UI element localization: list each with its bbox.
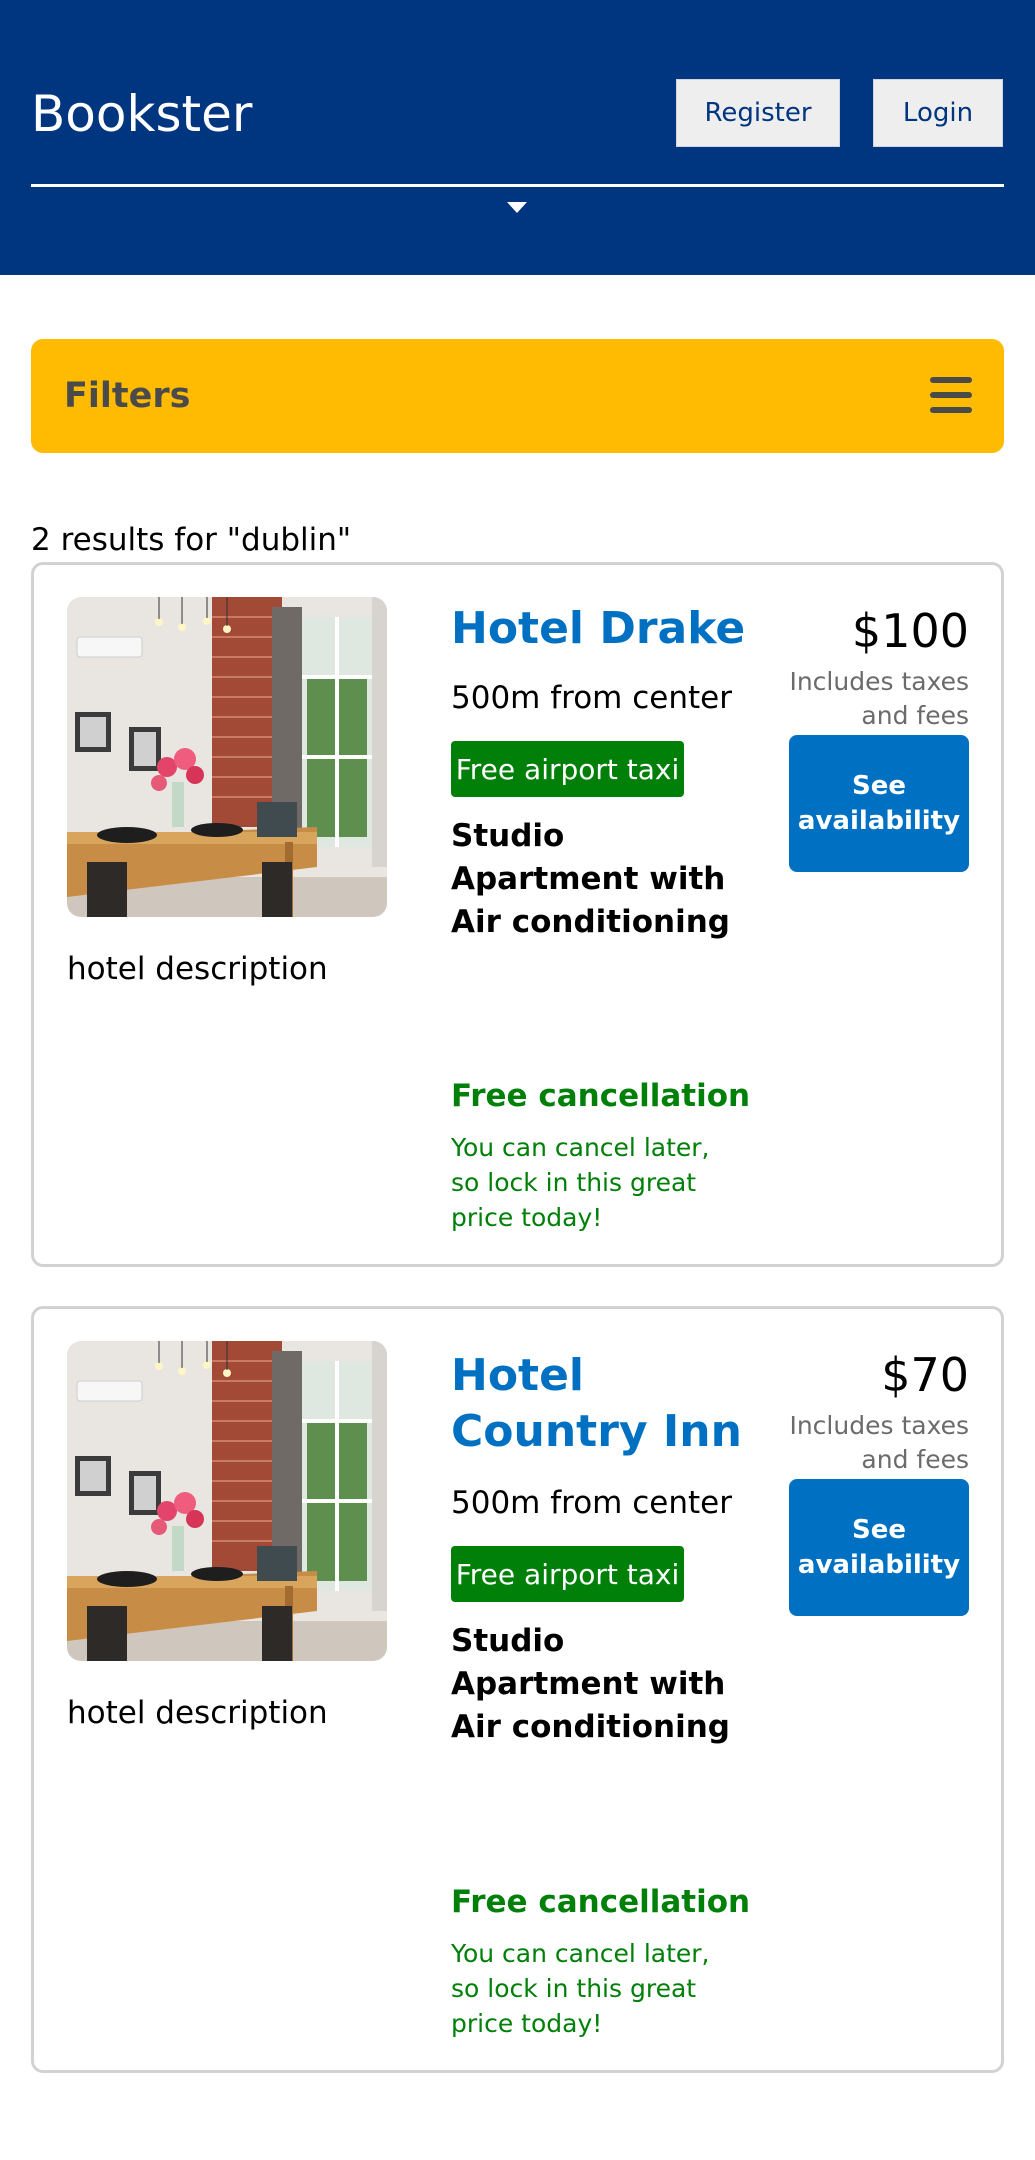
hotel-photo[interactable] [67,1341,387,1661]
hotel-description: hotel description [67,1695,328,1731]
menu-line [930,392,972,398]
menu-line [930,407,972,413]
hotel-photo-image [67,597,387,917]
cancellation-note: You can cancel later, so lock in this gr… [451,1133,710,1232]
filters-label: Filters [64,376,191,416]
room-type: Studio Apartment with Air conditioning [451,818,730,940]
hotel-photo[interactable] [67,597,387,917]
hamburger-menu-icon[interactable] [930,377,972,413]
brand-logo[interactable]: Bookster [31,84,252,144]
results-summary: 2 results for "dublin" [31,522,352,558]
register-button[interactable]: Register [676,79,840,147]
hotel-photo-image [67,1341,387,1661]
free-cancellation-title: Free cancellation [451,1884,751,1920]
filters-bar[interactable]: Filters [31,339,1004,453]
hotel-price: $100 [851,604,969,658]
hotel-distance: 500m from center [451,1485,732,1521]
hotel-name-link[interactable]: Hotel Country Inn [451,1348,751,1460]
hotel-price: $70 [881,1348,969,1402]
caret-down-icon[interactable] [507,202,527,213]
cancellation-note: You can cancel later, so lock in this gr… [451,1939,710,2038]
header-divider [31,184,1004,187]
price-note: Includes taxes and fees [789,667,969,730]
see-availability-button[interactable]: See availability [789,1479,969,1616]
hotel-description: hotel description [67,951,328,987]
free-taxi-badge: Free airport taxi [451,1546,684,1602]
hotel-name-link[interactable]: Hotel Drake [451,601,751,657]
hotel-card: hotel description Hotel Drake 500m from … [31,562,1004,1267]
free-taxi-badge: Free airport taxi [451,741,684,797]
see-availability-button[interactable]: See availability [789,735,969,872]
hotel-card: hotel description Hotel Country Inn 500m… [31,1306,1004,2073]
free-cancellation-title: Free cancellation [451,1078,751,1114]
price-note: Includes taxes and fees [789,1411,969,1474]
hotel-distance: 500m from center [451,680,732,716]
menu-line [930,377,972,383]
login-button[interactable]: Login [873,79,1003,147]
room-type: Studio Apartment with Air conditioning [451,1623,730,1745]
top-header: Bookster Register Login [0,0,1035,275]
